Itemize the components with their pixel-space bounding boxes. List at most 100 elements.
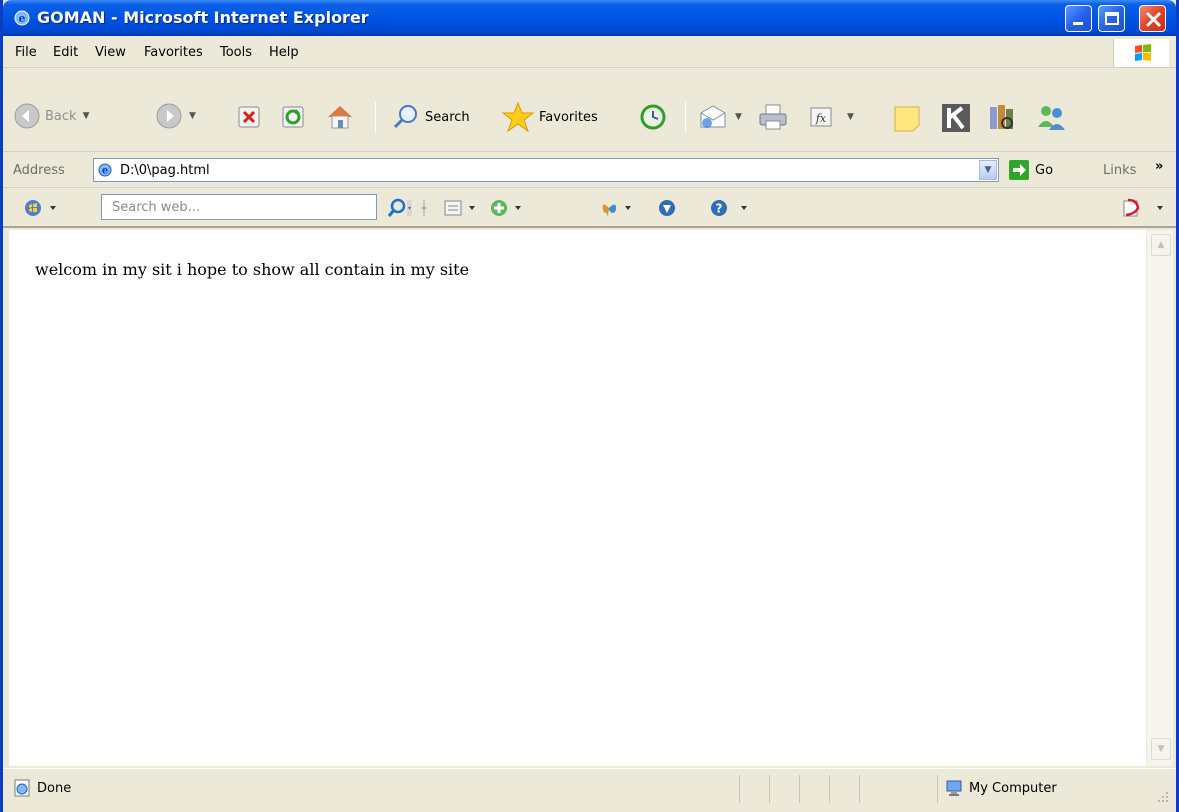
go-button[interactable]: Go <box>1009 159 1071 181</box>
back-label: Back <box>45 108 77 124</box>
status-panel <box>769 775 770 803</box>
menu-help[interactable]: Help <box>269 45 299 60</box>
window-title: GOMAN - Microsoft Internet Explorer <box>37 8 369 27</box>
go-arrow-icon <box>1009 160 1029 180</box>
vertical-scrollbar[interactable]: ▲ ▼ <box>1146 230 1173 766</box>
msn-butterfly-icon <box>602 204 631 216</box>
close-button[interactable] <box>1139 5 1166 32</box>
research-button[interactable] <box>987 103 1017 133</box>
menu-tools[interactable]: Tools <box>220 45 252 60</box>
k-button[interactable] <box>941 103 971 133</box>
edit-button[interactable]: fx ▼ <box>809 105 854 129</box>
address-bar: Address e D:\0\pag.html ▼ Go Links » <box>3 152 1176 188</box>
messenger-button[interactable] <box>1035 103 1067 133</box>
maximize-icon <box>1105 12 1119 25</box>
web-search-placeholder: Search web... <box>112 200 201 215</box>
edit-dropdown-icon[interactable]: ▼ <box>847 112 854 122</box>
popup-blocker-button[interactable] <box>657 198 677 222</box>
web-search-button[interactable] <box>387 198 413 222</box>
toolbar-options-button[interactable] <box>23 198 63 222</box>
page-content: welcom in my sit i hope to show all cont… <box>9 230 1146 766</box>
print-button[interactable] <box>757 103 789 131</box>
forward-button[interactable]: ▼ <box>155 102 196 130</box>
menu-view[interactable]: View <box>95 45 126 60</box>
address-dropdown-icon[interactable]: ▼ <box>979 160 997 180</box>
windows-logo <box>1113 39 1169 67</box>
help-button[interactable]: ? <box>709 198 749 222</box>
ie-page-icon <box>14 779 30 797</box>
maximize-button[interactable] <box>1098 5 1125 32</box>
refresh-icon <box>282 106 304 128</box>
mail-icon <box>700 105 726 128</box>
my-computer-icon <box>946 780 962 796</box>
close-icon <box>1145 11 1162 28</box>
title-bar[interactable]: e GOMAN - Microsoft Internet Explorer <box>3 0 1176 36</box>
stop-button[interactable] <box>237 105 261 129</box>
status-panel <box>859 775 860 803</box>
address-field[interactable]: e D:\0\pag.html <box>93 158 999 182</box>
messenger-icon <box>1038 106 1065 130</box>
favorites-button[interactable]: Favorites <box>501 101 598 133</box>
adobe-pdf-icon <box>1123 198 1163 217</box>
minimize-button[interactable] <box>1065 5 1092 32</box>
msn-button[interactable] <box>599 198 635 222</box>
highlight-button[interactable] <box>443 198 479 222</box>
status-panel <box>937 775 938 803</box>
address-value: D:\0\pag.html <box>120 163 210 178</box>
back-arrow-icon <box>14 103 40 129</box>
add-plus-icon <box>491 200 521 216</box>
page-body-text: welcom in my sit i hope to show all cont… <box>35 260 470 279</box>
scroll-up-icon[interactable]: ▲ <box>1151 234 1171 256</box>
favorites-star-icon <box>501 101 535 133</box>
security-zone[interactable]: My Computer <box>945 779 1057 797</box>
search-button[interactable]: Search <box>391 102 470 132</box>
toolbar-divider-icon <box>419 198 429 222</box>
toolbar-separator <box>685 102 686 132</box>
stop-icon <box>238 106 260 128</box>
minimize-icon <box>1073 22 1083 25</box>
links-button[interactable]: Links <box>1103 163 1136 178</box>
k-app-icon <box>942 104 970 132</box>
svg-text:e: e <box>19 12 26 25</box>
search-icon <box>393 105 417 129</box>
research-books-icon <box>990 105 1013 129</box>
resize-grip-icon[interactable] <box>1155 789 1169 803</box>
address-label: Address <box>13 163 65 178</box>
forward-arrow-icon <box>156 103 182 129</box>
mail-button[interactable]: ▼ <box>697 103 742 131</box>
sticky-note-icon <box>894 106 920 132</box>
notes-button[interactable] <box>893 105 921 133</box>
status-panel <box>739 775 740 803</box>
svg-text:e: e <box>102 166 108 177</box>
help-question-icon: ? <box>711 200 747 216</box>
back-button[interactable]: Back ▼ <box>13 102 89 130</box>
favorites-label: Favorites <box>539 109 598 125</box>
edit-page-icon: fx <box>810 107 832 127</box>
windows-orb-icon <box>25 200 56 216</box>
security-zone-label: My Computer <box>969 780 1057 796</box>
status-bar: Done My Computer <box>3 768 1176 812</box>
home-icon <box>328 106 352 129</box>
forward-dropdown-icon[interactable]: ▼ <box>189 111 196 121</box>
links-chevron-icon[interactable]: » <box>1155 159 1163 174</box>
search-toolbar: Search web... ? <box>3 188 1176 228</box>
menu-favorites[interactable]: Favorites <box>144 45 203 60</box>
browser-window: e GOMAN - Microsoft Internet Explorer Fi… <box>0 0 1179 812</box>
home-button[interactable] <box>325 103 355 131</box>
back-dropdown-icon[interactable]: ▼ <box>83 111 90 121</box>
menu-file[interactable]: File <box>15 45 37 60</box>
history-button[interactable] <box>639 103 667 131</box>
printer-icon <box>759 104 787 130</box>
adobe-pdf-button[interactable] <box>1121 198 1167 222</box>
add-button[interactable] <box>489 198 525 222</box>
web-search-input[interactable]: Search web... <box>101 194 377 220</box>
status-panel <box>829 775 830 803</box>
status-text: Done <box>37 780 72 796</box>
menu-bar: File Edit View Favorites Tools Help <box>3 36 1176 68</box>
scroll-down-icon[interactable]: ▼ <box>1151 738 1171 760</box>
refresh-button[interactable] <box>281 105 305 129</box>
mail-dropdown-icon[interactable]: ▼ <box>735 112 742 122</box>
search-label: Search <box>425 109 470 125</box>
menu-edit[interactable]: Edit <box>53 45 78 60</box>
highlight-icon <box>444 200 475 216</box>
